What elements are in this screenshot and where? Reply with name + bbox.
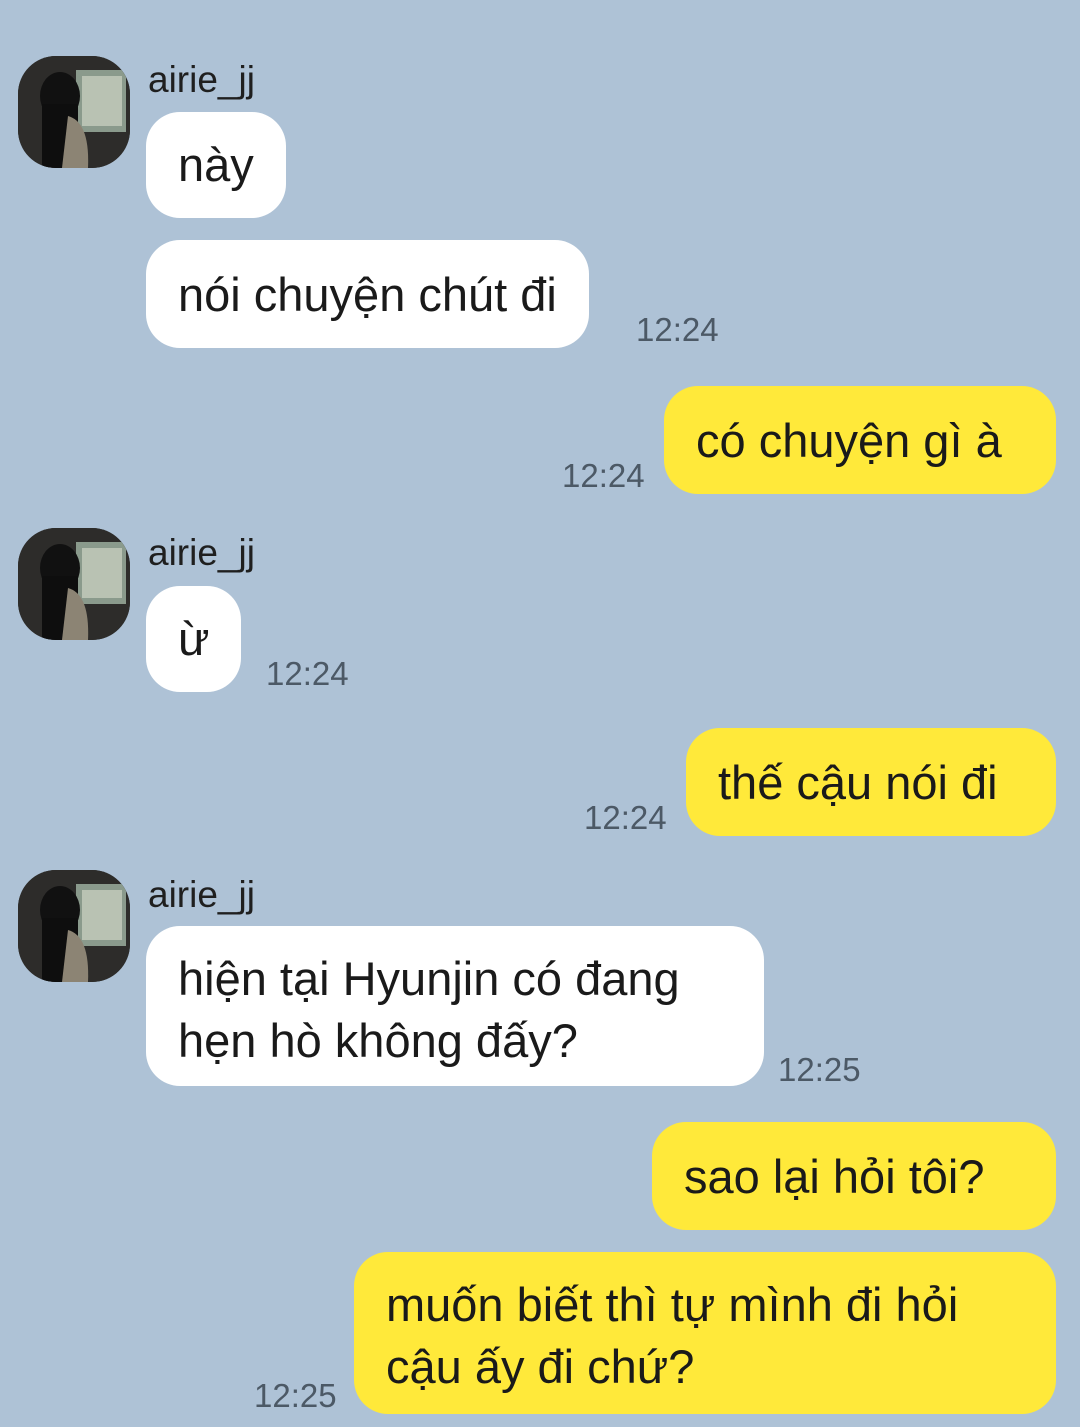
message-text: thế cậu nói đi <box>718 756 998 809</box>
message-text: ừ <box>178 612 210 665</box>
message-bubble-outgoing[interactable]: thế cậu nói đi <box>686 728 1056 836</box>
contact-avatar[interactable] <box>18 870 130 982</box>
message-bubble-outgoing[interactable]: muốn biết thì tự mình đi hỏi cậu ấy đi c… <box>354 1252 1056 1414</box>
message-bubble-outgoing[interactable]: sao lại hỏi tôi? <box>652 1122 1056 1230</box>
message-bubble-incoming[interactable]: ừ <box>146 586 242 692</box>
message-timestamp: 12:24 <box>584 799 667 836</box>
message-bubble-incoming[interactable]: này <box>146 112 286 218</box>
message-timestamp: 12:24 <box>636 311 719 348</box>
message-text: này <box>178 138 254 191</box>
contact-avatar[interactable] <box>18 528 130 640</box>
message-bubble-outgoing[interactable]: có chuyện gì à <box>664 386 1056 494</box>
message-text: có chuyện gì à <box>696 414 1002 467</box>
avatar-photo-icon <box>18 870 130 982</box>
avatar-photo-icon <box>18 528 130 640</box>
message-text: nói chuyện chút đi <box>178 268 557 321</box>
message-timestamp: 12:24 <box>266 655 349 692</box>
contact-avatar[interactable] <box>18 56 130 168</box>
message-timestamp: 12:25 <box>778 1051 861 1088</box>
message-text: sao lại hỏi tôi? <box>684 1150 985 1203</box>
message-bubble-incoming[interactable]: hiện tại Hyunjin có đang hẹn hò không đấ… <box>146 926 764 1086</box>
message-timestamp: 12:25 <box>254 1377 337 1414</box>
message-text-line: cậu ấy đi chứ? <box>386 1340 695 1393</box>
sender-name: airie_jj <box>148 59 255 100</box>
message-text-line: hiện tại Hyunjin có đang <box>178 952 680 1005</box>
sender-name: airie_jj <box>148 874 255 915</box>
avatar-photo-icon <box>18 56 130 168</box>
sender-name: airie_jj <box>148 532 255 573</box>
message-text-line: hẹn hò không đấy? <box>178 1014 578 1067</box>
message-bubble-incoming[interactable]: nói chuyện chút đi <box>146 240 589 348</box>
message-text-line: muốn biết thì tự mình đi hỏi <box>386 1278 959 1331</box>
message-timestamp: 12:24 <box>562 457 645 494</box>
